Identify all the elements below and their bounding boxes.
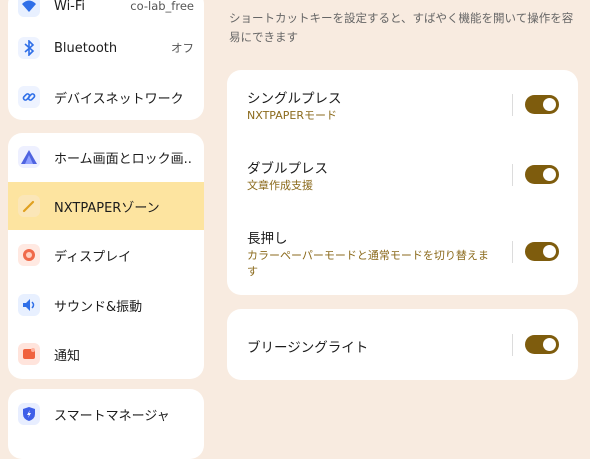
link-icon — [18, 86, 40, 108]
toggle-knob — [543, 245, 556, 258]
shortcut-settings-card: シングルプレス NXTPAPERモード ダブルプレス 文章作成支援 長押し カラ… — [227, 70, 578, 295]
pencil-icon — [18, 195, 40, 217]
shortcut-row-long-press[interactable]: 長押し カラーペーパーモードと通常モードを切り替えます — [227, 210, 578, 295]
shortcut-description: ショートカットキーを設定すると、すばやく機能を開いて操作を容易にできます — [229, 11, 574, 44]
sidebar-item-label: サウンド&振動 — [54, 299, 143, 315]
row-divider — [512, 334, 513, 356]
shortcut-subtitle: カラーペーパーモードと通常モードを切り替えます — [247, 249, 489, 278]
sidebar-group-connectivity: Wi-Fi co-lab_free Bluetooth オフ デバイスネットワー… — [8, 0, 204, 120]
shortcut-row-double-press[interactable]: ダブルプレス 文章作成支援 — [227, 140, 578, 210]
sidebar-item-label: スマートマネージャ — [54, 408, 170, 424]
row-divider — [512, 94, 513, 116]
long-press-toggle[interactable] — [525, 242, 559, 261]
notification-icon — [18, 343, 40, 365]
speaker-icon — [18, 294, 40, 316]
sidebar-item-value: オフ — [171, 41, 194, 55]
shortcut-title: 長押し — [247, 231, 288, 247]
shortcut-title: シングルプレス — [247, 91, 342, 107]
single-press-toggle[interactable] — [525, 95, 559, 114]
sidebar-item-label: Bluetooth — [54, 40, 118, 56]
sidebar-item-label: NXTPAPERゾーン — [54, 200, 160, 216]
sidebar-item-label: ディスプレイ — [54, 249, 132, 265]
bluetooth-icon — [18, 37, 40, 59]
shortcut-subtitle: 文章作成支援 — [247, 179, 313, 192]
sidebar-item-label: ホーム画面とロック画.. — [54, 151, 192, 167]
sidebar-item-device-network[interactable]: デバイスネットワーク — [8, 73, 204, 120]
shield-bolt-icon — [18, 403, 40, 425]
sidebar-item-display[interactable]: ディスプレイ — [8, 231, 204, 279]
double-press-toggle[interactable] — [525, 165, 559, 184]
sidebar-group-system: スマートマネージャ — [8, 389, 204, 459]
sidebar-item-nxtpaper-zone[interactable]: NXTPAPERゾーン — [8, 182, 204, 230]
wifi-icon — [18, 0, 40, 17]
home-screen-icon — [18, 146, 40, 168]
sidebar-item-value: co-lab_free — [130, 0, 194, 13]
breathing-light-toggle[interactable] — [525, 335, 559, 354]
row-divider — [512, 164, 513, 186]
breathing-light-title: ブリージングライト — [247, 340, 369, 356]
sidebar-group-display: ホーム画面とロック画.. NXTPAPERゾーン ディスプレイ サウンド&振動 … — [8, 133, 204, 379]
sidebar-item-smart-manager[interactable]: スマートマネージャ — [8, 390, 204, 438]
shortcut-title: ダブルプレス — [247, 161, 328, 177]
sidebar-item-label: Wi-Fi — [54, 0, 86, 14]
sidebar-item-label: 通知 — [54, 348, 81, 364]
toggle-knob — [543, 168, 556, 181]
shortcut-subtitle: NXTPAPERモード — [247, 109, 337, 122]
toggle-knob — [543, 98, 556, 111]
sidebar-item-label: デバイスネットワーク — [54, 91, 184, 107]
sidebar-item-sound[interactable]: サウンド&振動 — [8, 281, 204, 329]
sidebar-item-bluetooth[interactable]: Bluetooth オフ — [8, 24, 204, 72]
breathing-light-card: ブリージングライト — [227, 309, 578, 380]
display-icon — [18, 244, 40, 266]
sidebar-item-home-lock-screen[interactable]: ホーム画面とロック画.. — [8, 133, 204, 181]
shortcut-row-single-press[interactable]: シングルプレス NXTPAPERモード — [227, 70, 578, 140]
breathing-light-row[interactable]: ブリージングライト — [227, 309, 578, 380]
toggle-knob — [543, 338, 556, 351]
sidebar-item-notifications[interactable]: 通知 — [8, 330, 204, 378]
row-divider — [512, 241, 513, 263]
